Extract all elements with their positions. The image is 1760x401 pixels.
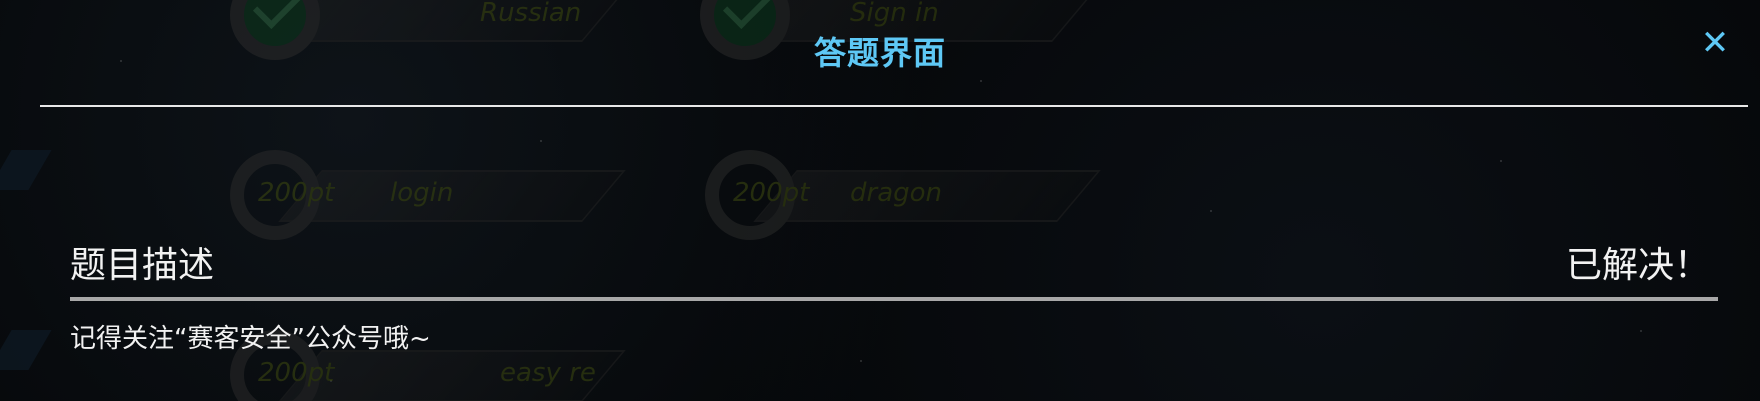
answer-modal: 答题界面 ✕ 题目描述 已解决！ 记得关注“赛客安全”公众号哦~ [0,0,1760,401]
section-title: 题目描述 [70,245,215,286]
solved-status: 已解决！ [1565,245,1710,286]
close-icon[interactable]: ✕ [1697,25,1733,61]
modal-title: 答题界面 [813,34,946,72]
challenge-page-backdrop: Russian Sign in 200pt login 200pt dragon… [0,0,1760,401]
challenge-description: 记得关注“赛客安全”公众号哦~ [70,324,431,354]
section-divider [70,297,1718,301]
header-divider [40,105,1748,107]
